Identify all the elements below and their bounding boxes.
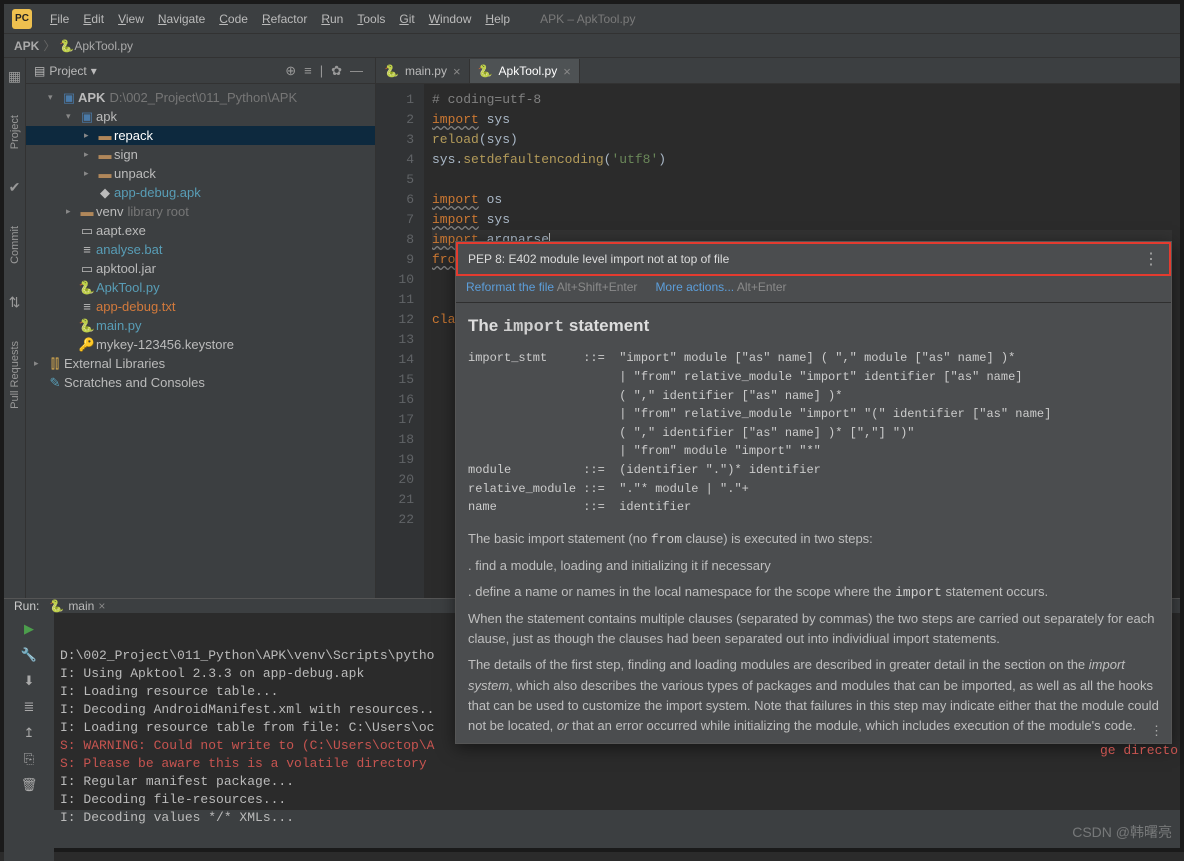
more-actions-link[interactable]: More actions... [655,280,734,294]
tree-item[interactable]: ▸▬repack [26,126,375,145]
console-line: S: Please be aware this is a volatile di… [60,755,1174,773]
tree-external-libs[interactable]: ▸⫿⫿External Libraries [26,354,375,373]
project-panel: ▤ Project ▾ ⊕ ≡ | ✿ — ▾▣ APKD:\002_Proje… [26,58,376,598]
close-icon[interactable]: × [563,64,571,79]
run-filter-icon[interactable]: ≣ [19,697,39,717]
run-toolbar: ▶ 🔧 ⬇ ≣ ↥ ⎘ 🗑 [4,613,54,861]
doc-bullet2: . define a name or names in the local na… [468,582,1159,603]
tree-item[interactable]: ▭aapt.exe [26,221,375,240]
inspection-popup-header: PEP 8: E402 module level import not at t… [456,242,1171,276]
run-play-icon[interactable]: ▶ [19,619,39,639]
run-title: Run: [14,599,39,613]
run-panel: Run: 🐍main× ▶ 🔧 ⬇ ≣ ↥ ⎘ 🗑 D:\002_Project… [4,598,1180,810]
tree-item[interactable]: ◆app-debug.apk [26,183,375,202]
run-stop-icon[interactable]: ⬇ [19,671,39,691]
run-config-icon[interactable]: 🔧 [19,645,39,665]
gear-icon[interactable]: ✿ [331,63,342,79]
console-line: S: WARNING: Could not write to (C:\Users… [60,737,1174,755]
console-line: I: Decoding file-resources... [60,791,1174,809]
menu-tools[interactable]: Tools [353,12,389,26]
breadcrumb: APK 〉 🐍 ApkTool.py [4,34,1180,58]
menu-window[interactable]: Window [425,12,476,26]
tree-item[interactable]: ≡app-debug.txt [26,297,375,316]
menu-refactor[interactable]: Refactor [258,12,311,26]
breadcrumb-root[interactable]: APK [14,39,39,53]
tree-item[interactable]: ▸▬venv library root [26,202,375,221]
project-gutter-label[interactable]: Project [9,115,21,149]
console-line: I: Regular manifest package... [60,773,1174,791]
tree-scratches[interactable]: ✎Scratches and Consoles [26,373,375,392]
editor-tabs: 🐍main.py×🐍ApkTool.py× [376,58,1180,84]
editor: 🐍main.py×🐍ApkTool.py× 123456789101112131… [376,58,1180,598]
menu-navigate[interactable]: Navigate [154,12,209,26]
menu-run[interactable]: Run [317,12,347,26]
console-line: I: Decoding AndroidManifest.xml with res… [60,701,1174,719]
project-tree: ▾▣ APKD:\002_Project\011_Python\APK ▾▣ap… [26,84,375,396]
divider-icon: | [320,63,323,78]
doc-title: The import statement [468,313,1159,341]
locate-icon[interactable]: ⊕ [285,63,296,79]
left-gutter: ▦ Project ✔ Commit ⇅ Pull Requests [4,58,26,598]
expand-icon[interactable]: ≡ [304,63,312,78]
tree-root[interactable]: ▾▣ APKD:\002_Project\011_Python\APK [26,88,375,107]
kebab-icon[interactable]: ⋮ [1143,249,1159,269]
tree-item[interactable]: ▾▣apk [26,107,375,126]
tree-item[interactable]: 🔑mykey-123456.keystore [26,335,375,354]
console-line: I: Loading resource table... [60,683,1174,701]
inspection-message: PEP 8: E402 module level import not at t… [468,252,729,266]
console-overflow-fragment: ge directo [1100,743,1178,758]
doc-p1: The basic import statement (no from clau… [468,529,1159,550]
menubar: PC File Edit View Navigate Code Refactor Run To… [4,4,1180,34]
menu-code[interactable]: Code [215,12,252,26]
console-output[interactable]: D:\002_Project\011_Python\APK\venv\Scrip… [54,613,1180,861]
tree-item[interactable]: ≡analyse.bat [26,240,375,259]
python-icon: 🐍 [59,39,74,53]
tree-item[interactable]: ▸▬sign [26,145,375,164]
project-panel-header: ▤ Project ▾ ⊕ ≡ | ✿ — [26,58,375,84]
inspection-actions: Reformat the file Alt+Shift+Enter More a… [456,276,1171,303]
line-gutter: 12345678910111213141516171819202122 [376,84,424,598]
run-export-icon[interactable]: ⎘ [19,749,39,769]
console-line: I: Using Apktool 2.3.3 on app-debug.apk [60,665,1174,683]
window-title: APK – ApkTool.py [540,12,635,26]
console-line: I: Loading resource table from file: C:\… [60,719,1174,737]
console-line: D:\002_Project\011_Python\APK\venv\Scrip… [60,647,1174,665]
run-trash-icon[interactable]: 🗑 [19,775,39,795]
commit-gutter-icon[interactable]: ✔ [9,179,21,196]
menu-view[interactable]: View [114,12,148,26]
reformat-link[interactable]: Reformat the file [466,280,554,294]
pr-gutter-label[interactable]: Pull Requests [9,341,21,409]
breadcrumb-file[interactable]: ApkTool.py [74,39,133,53]
run-config-tab[interactable]: 🐍main× [49,599,105,613]
menu-edit[interactable]: Edit [79,12,108,26]
console-line: I: Decoding values */* XMLs... [60,809,1174,827]
menu-file[interactable]: File [46,12,73,26]
commit-gutter-label[interactable]: Commit [9,226,21,264]
grammar-block: import_stmt ::= "import" module ["as" na… [468,349,1159,516]
app-icon: PC [12,9,32,29]
menu-git[interactable]: Git [395,12,418,26]
project-panel-title[interactable]: ▤ Project ▾ [34,64,97,78]
tree-item[interactable]: 🐍ApkTool.py [26,278,375,297]
hide-icon[interactable]: — [350,63,363,78]
tab-ApkTool-py[interactable]: 🐍ApkTool.py× [470,59,580,83]
more-actions-shortcut: Alt+Enter [737,280,787,294]
close-icon[interactable]: × [453,64,461,79]
tree-item[interactable]: ▸▬unpack [26,164,375,183]
doc-bullet1: . find a module, loading and initializin… [468,556,1159,576]
tree-item[interactable]: ▭apktool.jar [26,259,375,278]
pr-gutter-icon[interactable]: ⇅ [9,294,21,311]
tree-item[interactable]: 🐍main.py [26,316,375,335]
reformat-shortcut: Alt+Shift+Enter [557,280,638,294]
menu-help[interactable]: Help [481,12,514,26]
tab-main-py[interactable]: 🐍main.py× [376,59,470,83]
watermark: CSDN @韩曙亮 [1072,822,1172,842]
project-gutter-icon[interactable]: ▦ [8,68,21,85]
run-up-icon[interactable]: ↥ [19,723,39,743]
